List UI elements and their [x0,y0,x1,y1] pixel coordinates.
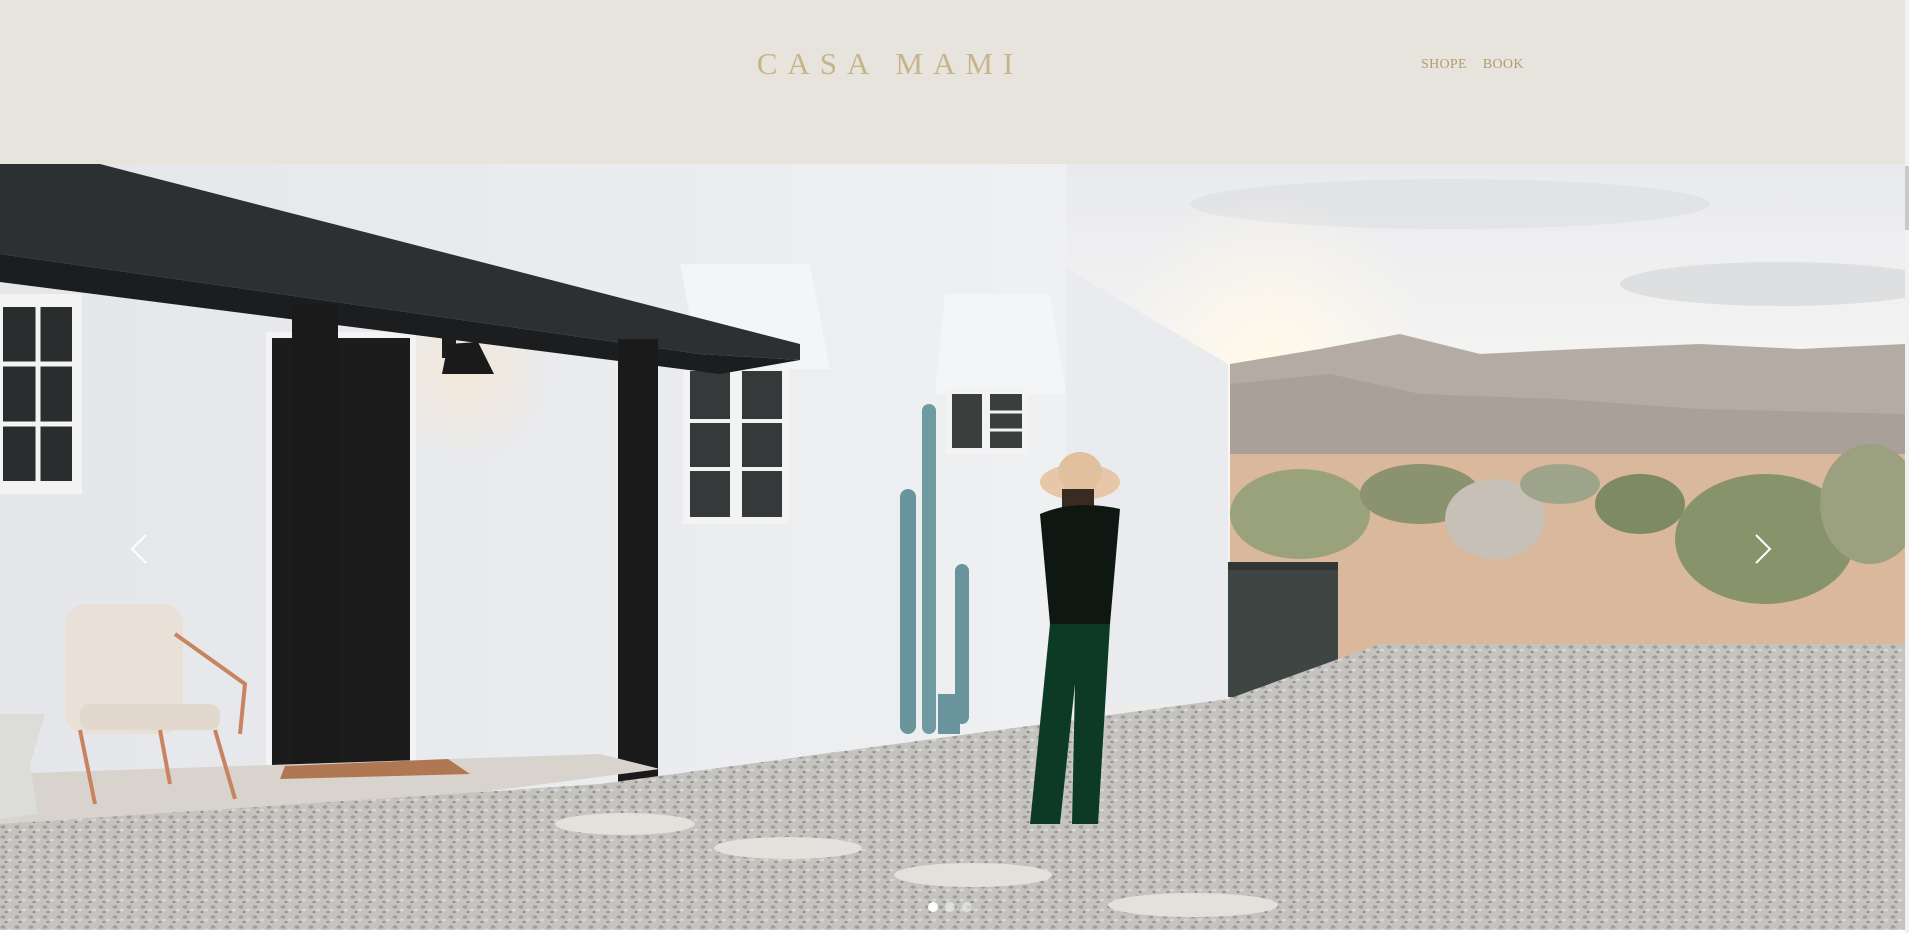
prev-slide-button[interactable] [122,521,162,577]
main-nav: SHOPE BOOK [1421,57,1524,73]
slide-dot-1[interactable] [928,902,938,912]
chevron-right-icon [1755,534,1772,564]
scrollbar-thumb[interactable] [1905,166,1909,230]
chevron-left-icon [130,534,147,564]
hero-slider [0,164,1905,930]
nav-link-book[interactable]: BOOK [1483,57,1524,73]
hero-image [0,164,1905,930]
slide-dot-2[interactable] [945,902,955,912]
slide-indicators [928,902,972,912]
site-header: CASA MAMI SHOPE BOOK [0,0,1905,164]
slide-dot-3[interactable] [962,902,972,912]
nav-link-shope[interactable]: SHOPE [1421,57,1467,73]
next-slide-button[interactable] [1740,521,1780,577]
scrollbar[interactable] [1905,0,1909,933]
